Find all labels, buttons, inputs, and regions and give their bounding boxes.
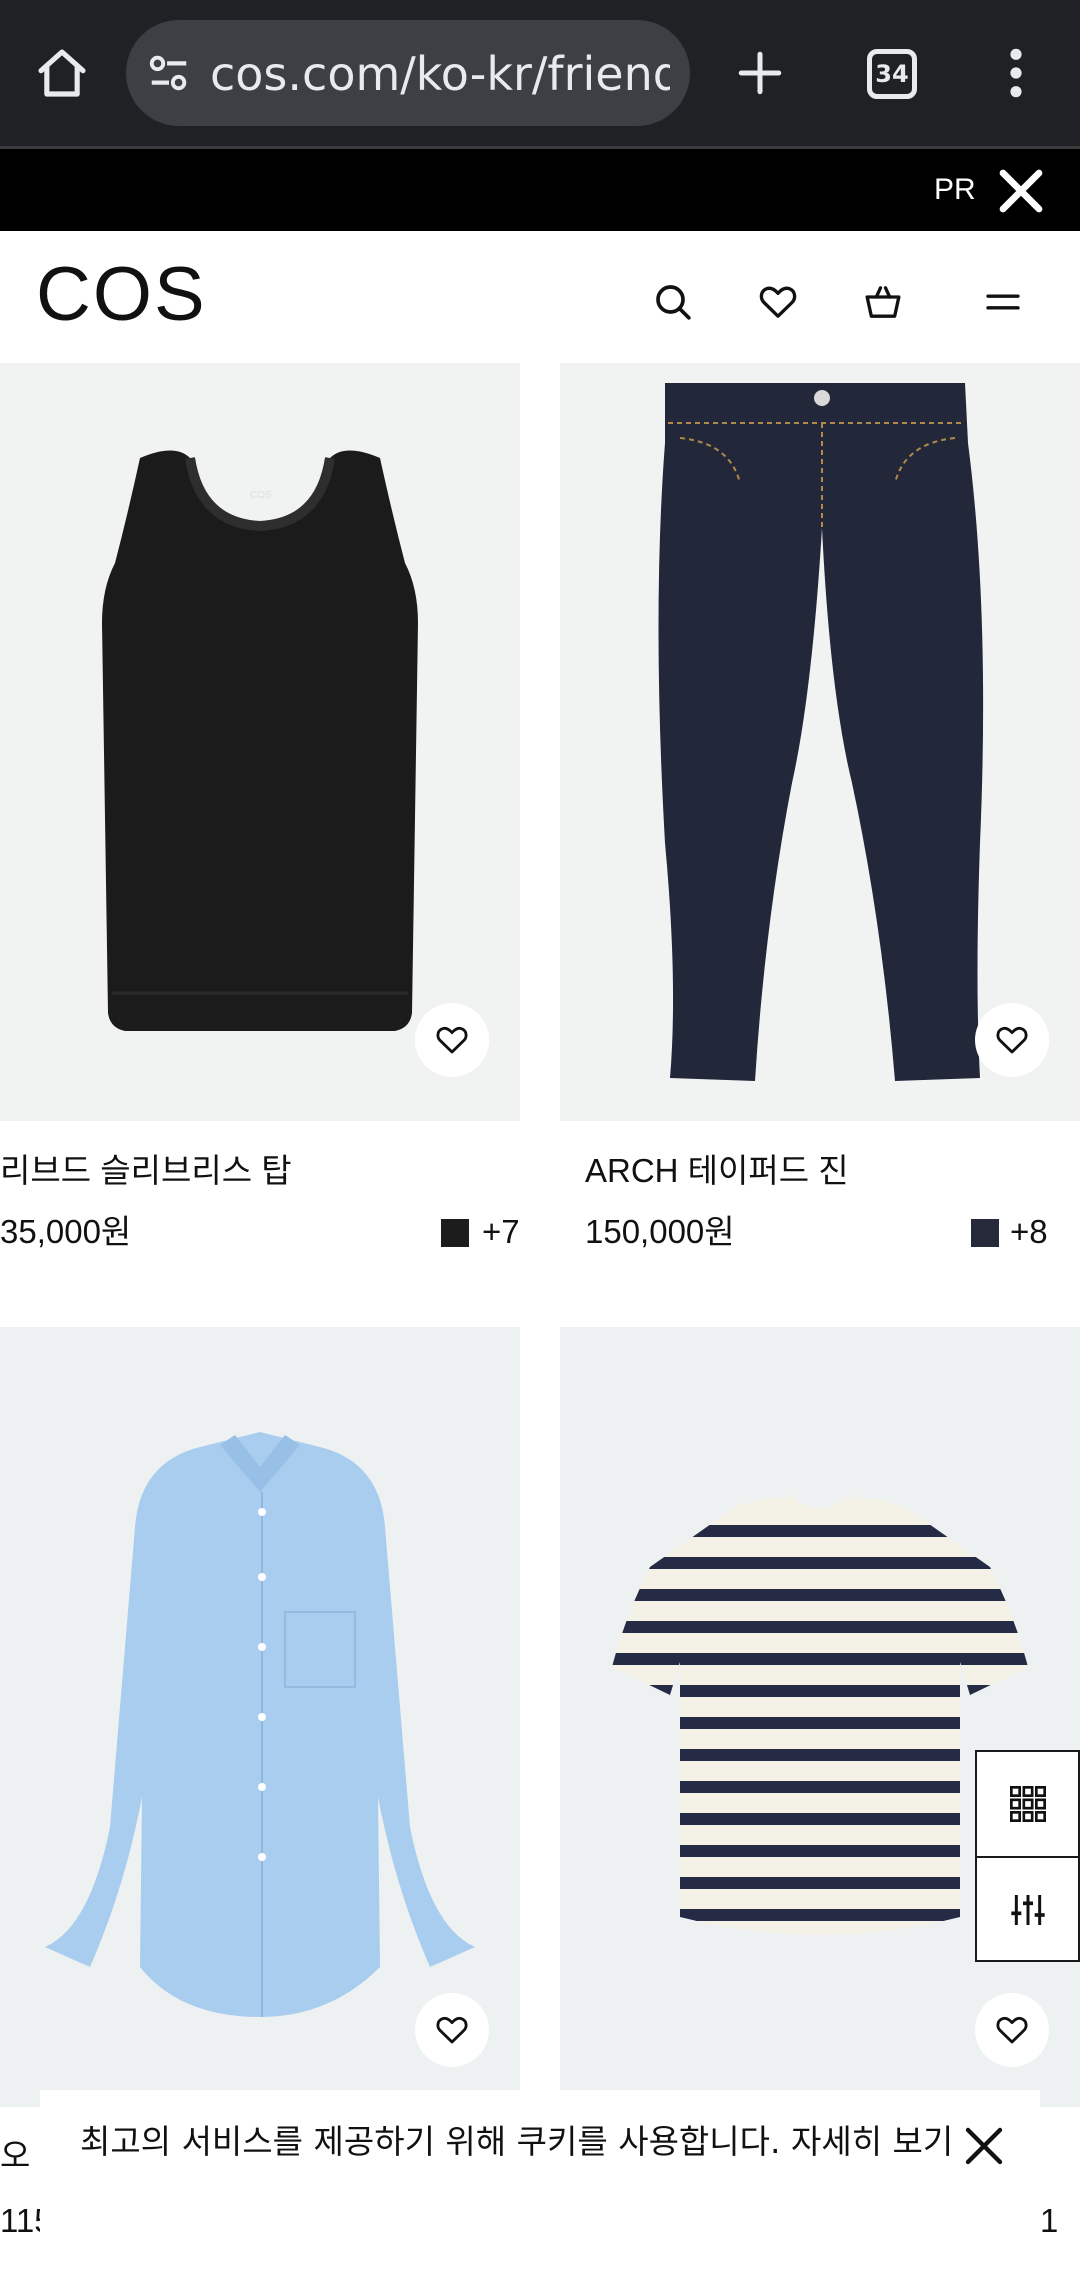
filter-button[interactable] xyxy=(977,1858,1078,1962)
more-colors[interactable]: +8 xyxy=(1010,1211,1048,1253)
close-icon[interactable] xyxy=(994,164,1048,218)
url-text[interactable]: cos.com/ko-kr/friends xyxy=(210,44,670,104)
home-icon xyxy=(38,49,86,97)
striped-tee-illustration xyxy=(612,1493,1028,1935)
product-name[interactable]: 리브드 슬리브리스 탑 xyxy=(0,1150,292,1192)
product-name[interactable]: 오 xyxy=(0,2135,40,2177)
grid-view-icon xyxy=(1009,1786,1046,1822)
bag-button[interactable] xyxy=(848,267,918,337)
site-header: COS xyxy=(0,231,1080,363)
product-image[interactable] xyxy=(560,1327,1080,2107)
more-colors[interactable]: +7 xyxy=(482,1211,520,1253)
menu-icon xyxy=(986,294,1020,310)
product-image[interactable] xyxy=(0,1327,520,2107)
home-button[interactable] xyxy=(22,30,102,116)
search-icon xyxy=(656,285,691,320)
filter-sliders-icon xyxy=(1010,1895,1045,1925)
grid-view-button[interactable] xyxy=(977,1752,1078,1856)
page: cos.com/ko-kr/friends 34 PR COS COS 리브드 … xyxy=(0,0,1080,2284)
product-price: 115 xyxy=(0,2202,40,2239)
more-vert-icon xyxy=(1010,48,1022,98)
shirt-illustration xyxy=(45,1432,475,2017)
promo-banner: PR xyxy=(0,149,1080,231)
color-swatch[interactable] xyxy=(971,1219,999,1247)
promo-text: PR xyxy=(934,173,976,206)
tab-switcher-button[interactable]: 34 xyxy=(856,42,928,106)
heart-icon xyxy=(996,1026,1028,1054)
product-image[interactable]: COS xyxy=(0,363,520,1121)
browser-toolbar: cos.com/ko-kr/friends 34 xyxy=(0,0,1080,149)
heart-icon xyxy=(996,2016,1028,2044)
svg-text:COS: COS xyxy=(250,490,272,501)
heart-icon xyxy=(436,1026,468,1054)
heart-icon xyxy=(436,2016,468,2044)
wishlist-button[interactable] xyxy=(743,267,813,337)
wishlist-toggle[interactable] xyxy=(415,1993,489,2067)
wishlist-toggle[interactable] xyxy=(415,1003,489,1077)
wishlist-toggle[interactable] xyxy=(975,1003,1049,1077)
wishlist-toggle[interactable] xyxy=(975,1993,1049,2067)
product-price: 150,000원 xyxy=(585,1213,735,1250)
close-icon[interactable] xyxy=(960,2122,1008,2170)
search-button[interactable] xyxy=(638,267,708,337)
bag-icon xyxy=(865,286,901,318)
cookie-message[interactable]: 최고의 서비스를 제공하기 위해 쿠키를 사용합니다. 자세히 보기 xyxy=(80,2120,960,2164)
product-price: 35,000원 xyxy=(0,1213,132,1250)
menu-button[interactable] xyxy=(968,267,1038,337)
heart-icon xyxy=(759,286,797,318)
cookie-banner: 최고의 서비스를 제공하기 위해 쿠키를 사용합니다. 자세히 보기 xyxy=(40,2090,1040,2284)
color-swatch[interactable] xyxy=(441,1219,469,1247)
tab-count: 34 xyxy=(875,60,909,88)
new-tab-button[interactable] xyxy=(720,30,800,116)
address-bar[interactable]: cos.com/ko-kr/friends xyxy=(126,20,690,126)
product-image[interactable] xyxy=(560,363,1080,1121)
tab-switcher-icon: 34 xyxy=(867,49,917,99)
new-tab-icon xyxy=(738,51,782,95)
site-settings-icon[interactable] xyxy=(146,50,192,96)
view-controls xyxy=(975,1750,1080,1962)
product-price: 1 xyxy=(1040,2202,1059,2239)
browser-menu-button[interactable] xyxy=(980,30,1052,116)
cos-logo[interactable]: COS xyxy=(36,253,207,337)
product-name[interactable]: ARCH 테이퍼드 진 xyxy=(585,1150,849,1192)
